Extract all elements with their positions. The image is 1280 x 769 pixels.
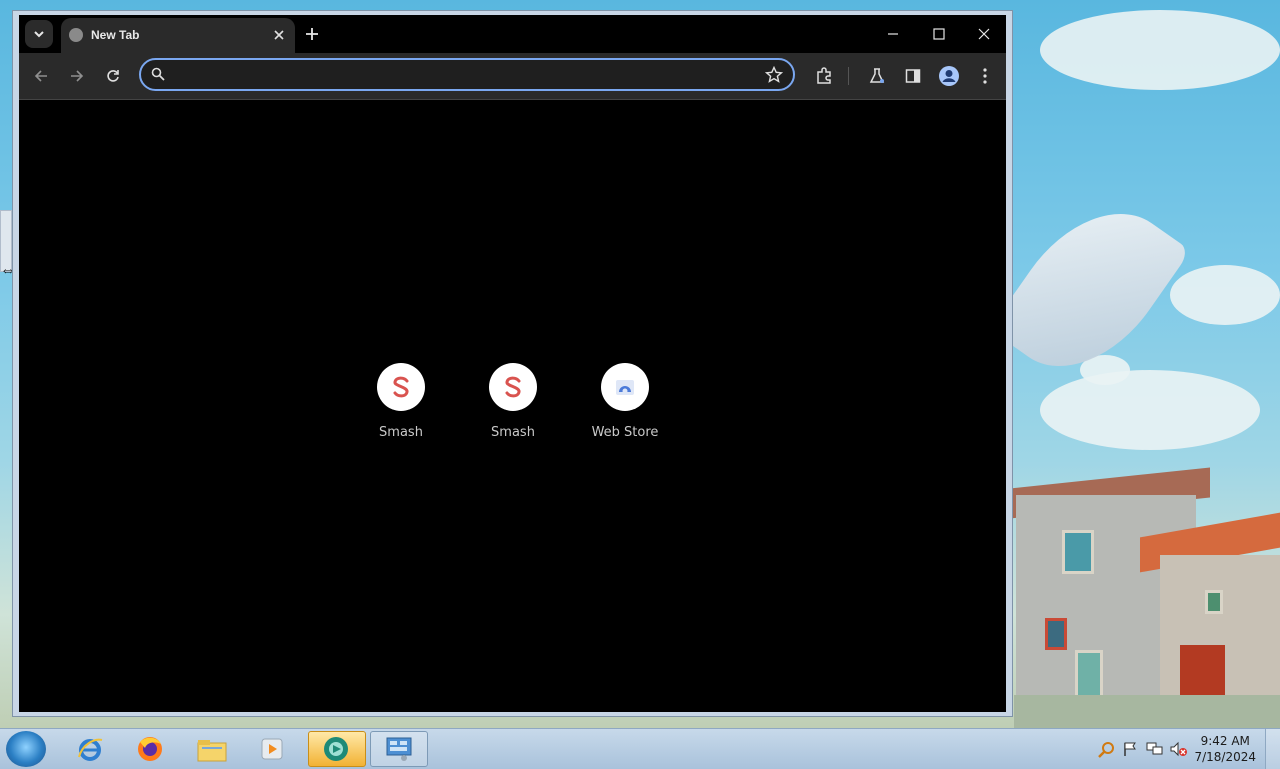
firefox-icon [138,737,162,761]
tab-strip: New Tab [19,15,1006,53]
back-button[interactable] [28,63,54,89]
arrow-left-icon [34,70,47,82]
cloud [1040,370,1260,450]
shortcut-label: Smash [491,425,535,440]
plus-icon [306,28,318,40]
taskbar: 9:42 AM 7/18/2024 [0,728,1280,769]
shortcut-tile-web-store[interactable]: Web Store [575,363,675,440]
shortcut-icon-circle [601,363,649,411]
globe-icon [69,28,83,42]
show-desktop-button[interactable] [1265,729,1280,769]
side-panel-button[interactable] [900,63,926,89]
labs-button[interactable] [864,63,890,89]
shortcut-tile-smash-2[interactable]: Smash [463,363,563,440]
bookmark-star-button[interactable] [764,65,784,84]
star-icon [764,65,784,83]
start-button[interactable] [6,731,46,767]
minimize-button[interactable] [873,21,913,47]
flag-icon[interactable] [1122,741,1138,757]
shortcut-icon-circle [377,363,425,411]
close-window-button[interactable] [964,21,1004,47]
arrow-right-icon [71,70,84,82]
new-tab-button[interactable] [301,23,323,45]
tab-new-tab[interactable]: New Tab [61,18,295,53]
omnibox[interactable] [139,58,795,91]
puzzle-icon [817,67,831,84]
search-icon [151,67,167,83]
file-explorer-icon [197,740,227,762]
smash-icon [393,376,409,398]
maximize-icon [933,28,945,40]
shortcut-label: Smash [379,425,423,440]
taskbar-app-media-player[interactable] [244,731,300,767]
close-icon [274,30,284,40]
clock-time: 9:42 AM [1200,734,1250,748]
clock-date: 7/18/2024 [1194,750,1256,764]
flask-icon [869,68,885,83]
web-store-icon [616,380,634,395]
taskbar-app-browser-active[interactable] [308,731,366,767]
minimize-icon [888,33,898,35]
profile-button[interactable] [936,63,962,89]
close-icon [978,28,990,40]
system-clock[interactable]: 9:42 AM 7/18/2024 [1194,733,1256,765]
control-panel-icon [386,737,412,761]
toolbar [19,53,1006,100]
house-door [1075,650,1103,701]
house-window [1205,590,1223,614]
tab-close-button[interactable] [269,25,289,45]
forward-button[interactable] [64,63,90,89]
shortcut-tile-smash-1[interactable]: Smash [351,363,451,440]
toolbar-divider [848,67,849,85]
reload-icon [107,70,119,82]
media-player-icon [261,738,283,760]
extensions-button[interactable] [811,63,837,89]
taskbar-app-control-panel[interactable] [370,731,428,767]
taskbar-app-internet-explorer[interactable] [62,731,118,767]
maximize-button[interactable] [919,21,959,47]
network-icon[interactable] [1146,741,1163,757]
browser-window: New Tab Smash Smash Web Store [12,10,1013,717]
new-tab-page: Smash Smash Web Store [19,100,1006,712]
side-panel-icon [905,69,921,83]
cloud [1170,265,1280,325]
house-window [1062,530,1094,574]
tab-title: New Tab [91,28,140,42]
internet-explorer-icon [78,738,103,761]
house-door [1180,645,1225,698]
taskbar-app-firefox[interactable] [122,731,178,767]
house-window [1045,618,1067,650]
tab-search-button[interactable] [25,20,53,48]
avatar-icon [939,66,959,86]
ground [1014,695,1280,728]
reload-button[interactable] [100,63,126,89]
shortcut-icon-circle [489,363,537,411]
menu-button[interactable] [972,63,998,89]
volume-muted-icon[interactable] [1170,741,1187,757]
taskbar-app-file-explorer[interactable] [184,731,240,767]
browser-frame: New Tab Smash Smash Web Store [19,15,1006,712]
cloud [1040,10,1280,90]
chrome-like-app-icon [324,737,348,761]
smash-icon [505,376,521,398]
search-tray-icon[interactable] [1098,741,1114,758]
address-input[interactable] [175,64,759,88]
more-vert-icon [983,68,987,84]
shortcut-label: Web Store [591,425,659,440]
chevron-down-icon [34,31,44,38]
